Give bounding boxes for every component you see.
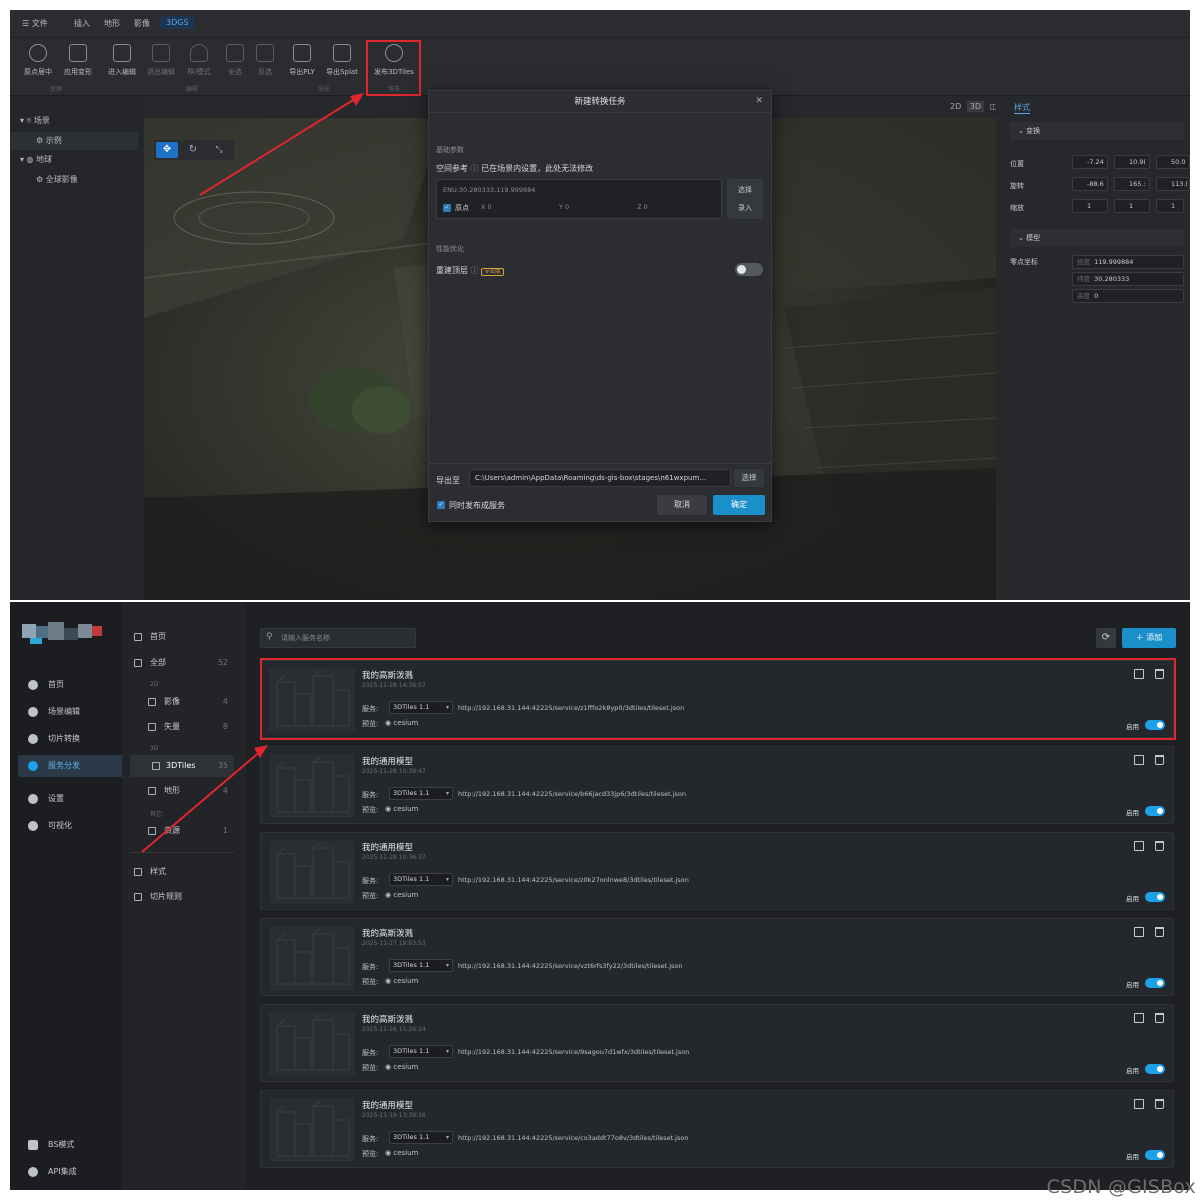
new-conversion-dialog: 新建转换任务 ✕ 基础参数 空间参考 ⓘ 已在场景内设置，此处无法修改 ENU:… bbox=[428, 90, 772, 522]
section-perf: 性能优化 bbox=[436, 245, 464, 253]
coordinate-box: ENU:30.280333,119.999884 ✓ 原点 X 0 Y 0 Z … bbox=[436, 179, 722, 219]
export-select-button[interactable]: 选择 bbox=[734, 469, 764, 487]
rebuild-row: 重建顶层 ⓘ 专业版 bbox=[436, 265, 504, 276]
origin-z[interactable]: Z 0 bbox=[637, 203, 648, 211]
select-enter-button[interactable]: 选择 录入 bbox=[727, 179, 763, 219]
watermark: CSDN @GISBox bbox=[1046, 1176, 1196, 1198]
ok-button[interactable]: 确定 bbox=[713, 495, 765, 515]
origin-label: 原点 bbox=[455, 204, 469, 212]
pro-badge: 专业版 bbox=[481, 268, 504, 276]
service-window: 首页 场景编辑 切片转换 服务分发 设置 可视化 BS模式 API集成 首页 全… bbox=[10, 602, 1190, 1190]
publish-checkbox[interactable]: ✓ bbox=[437, 501, 445, 509]
screenshot-composite: ☰ 文件 插入 地形 影像 3DGS 原点居中 应用变形 进入编辑 退出编辑 样… bbox=[10, 10, 1190, 1190]
publish-label: 同时发布成服务 bbox=[449, 501, 505, 510]
cancel-button[interactable]: 取消 bbox=[657, 495, 707, 515]
help-icon: ⓘ bbox=[470, 164, 479, 173]
editor-window: ☰ 文件 插入 地形 影像 3DGS 原点居中 应用变形 进入编辑 退出编辑 样… bbox=[10, 10, 1190, 600]
origin-y[interactable]: Y 0 bbox=[559, 203, 569, 211]
origin-x[interactable]: X 0 bbox=[481, 203, 555, 211]
export-to-label: 导出至 bbox=[436, 476, 460, 485]
divider bbox=[429, 463, 771, 464]
help-icon: ⓘ bbox=[470, 266, 479, 275]
origin-checkbox[interactable]: ✓ bbox=[443, 204, 451, 212]
dialog-title: 新建转换任务 bbox=[429, 91, 771, 113]
enu-text: ENU:30.280333,119.999884 bbox=[443, 186, 536, 194]
rebuild-toggle[interactable] bbox=[735, 263, 763, 276]
export-path-input[interactable]: C:\Users\admin\AppData\Roaming\ds-gis-bo… bbox=[469, 469, 731, 487]
close-icon[interactable]: ✕ bbox=[755, 96, 763, 106]
spatial-ref-row: 空间参考 ⓘ 已在场景内设置，此处无法修改 bbox=[436, 164, 594, 173]
section-basic: 基础参数 bbox=[436, 146, 464, 154]
annotation-arrow-bottom bbox=[141, 745, 268, 853]
